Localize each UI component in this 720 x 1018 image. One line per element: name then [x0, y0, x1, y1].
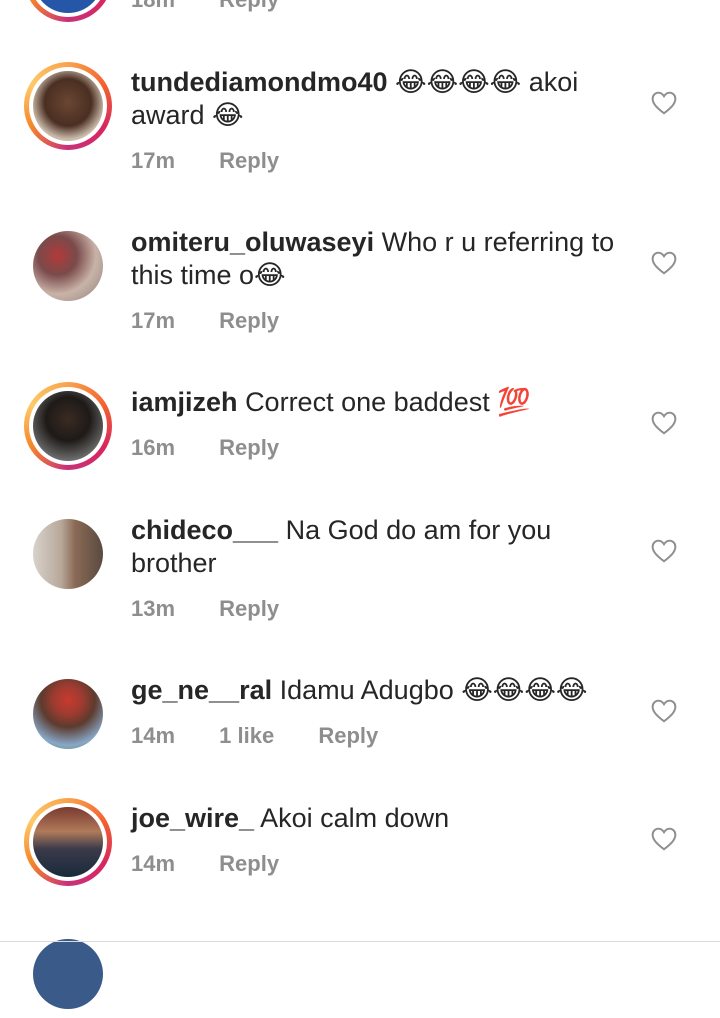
heart-outline-icon[interactable]	[651, 699, 677, 723]
avatar[interactable]	[24, 222, 112, 310]
reply-button[interactable]: Reply	[318, 723, 378, 748]
heart-outline-icon[interactable]	[651, 411, 677, 435]
username-link[interactable]: tundediamondmo40	[131, 67, 388, 97]
reply-button[interactable]: Reply	[219, 596, 279, 621]
comment-text: omiteru_oluwaseyi Who r u referring to t…	[131, 226, 631, 292]
reply-button[interactable]: Reply	[219, 851, 279, 876]
comment-body: Correct one baddest 💯	[245, 387, 531, 417]
heart-outline-icon[interactable]	[651, 539, 677, 563]
avatar[interactable]	[24, 382, 112, 470]
heart-outline-icon[interactable]	[651, 827, 677, 851]
like-count[interactable]: 1 like	[219, 723, 274, 748]
comment-time: 17m	[131, 308, 176, 333]
avatar[interactable]	[24, 62, 112, 150]
comment-body: Akoi calm down	[260, 803, 450, 833]
comment-body: Idamu Adugbo 😂😂😂😂	[279, 675, 588, 705]
comment-time: 16m	[131, 435, 176, 460]
username-link[interactable]: chideco___	[131, 515, 278, 545]
comment-text: ge_ne__ral Idamu Adugbo 😂😂😂😂	[131, 674, 631, 707]
comment-time: 18m	[131, 0, 175, 12]
comment-text: tundediamondmo40 😂😂😂😂 akoi award 😂	[131, 66, 631, 132]
comment-time: 14m	[131, 723, 176, 748]
heart-outline-icon[interactable]	[651, 91, 677, 115]
avatar[interactable]	[24, 510, 112, 598]
comment-text: iamjizeh Correct one baddest 💯	[131, 386, 631, 419]
heart-outline-icon[interactable]	[651, 251, 677, 275]
reply-button[interactable]: Reply	[219, 0, 279, 12]
avatar[interactable]	[24, 670, 112, 758]
reply-button[interactable]: Reply	[219, 148, 279, 173]
reply-button[interactable]: Reply	[219, 435, 279, 460]
comment-text: joe_wire_ Akoi calm down	[131, 802, 631, 835]
comment-time: 13m	[131, 596, 176, 621]
username-link[interactable]: ge_ne__ral	[131, 675, 272, 705]
username-link[interactable]: joe_wire_	[131, 803, 254, 833]
avatar[interactable]	[24, 0, 112, 22]
username-link[interactable]: omiteru_oluwaseyi	[131, 227, 374, 257]
avatar[interactable]	[24, 798, 112, 886]
reply-button[interactable]: Reply	[219, 308, 279, 333]
bottom-divider	[0, 941, 720, 942]
avatar[interactable]	[24, 930, 112, 1018]
comment-time: 17m	[131, 148, 176, 173]
username-link[interactable]: iamjizeh	[131, 387, 238, 417]
comment-time: 14m	[131, 851, 176, 876]
comment-text: chideco___ Na God do am for you brother	[131, 514, 631, 580]
